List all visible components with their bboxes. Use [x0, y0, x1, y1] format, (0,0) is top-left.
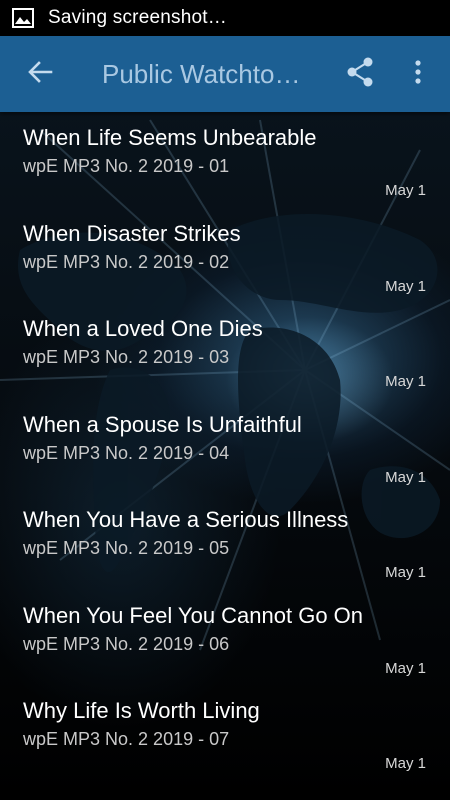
item-subtitle: wpE MP3 No. 2 2019 - 04 [23, 442, 230, 463]
item-date: May 1 [385, 564, 426, 581]
share-icon [346, 57, 374, 92]
status-text: Saving screenshot… [48, 7, 227, 28]
item-title: When a Loved One Dies [23, 316, 263, 341]
item-title: Why Life Is Worth Living [23, 698, 260, 723]
item-date: May 1 [385, 277, 426, 295]
list-item[interactable]: When Life Seems Unbearable wpE MP3 No. 2… [0, 114, 450, 210]
item-subtitle: wpE MP3 No. 2 2019 - 06 [23, 633, 230, 654]
list-item[interactable]: When You Have a Serious Illness wpE MP3 … [0, 496, 450, 592]
item-date: May 1 [385, 373, 426, 390]
item-date: May 1 [385, 468, 426, 486]
overflow-menu-button[interactable] [402, 56, 434, 92]
item-date: May 1 [385, 755, 426, 772]
item-subtitle: wpE MP3 No. 2 2019 - 03 [23, 347, 230, 367]
image-icon [12, 8, 34, 28]
list-item[interactable]: Why Life Is Worth Living wpE MP3 No. 2 2… [0, 687, 450, 783]
item-title: When a Spouse Is Unfaithful [23, 411, 302, 437]
list-item[interactable]: When Disaster Strikes wpE MP3 No. 2 2019… [0, 210, 450, 306]
list-item[interactable]: When You Feel You Cannot Go On wpE MP3 N… [0, 592, 450, 688]
app-bar: Public Watchto… [0, 36, 450, 112]
item-title: When Life Seems Unbearable [23, 125, 317, 150]
share-button[interactable] [342, 56, 378, 92]
item-title: When Disaster Strikes [23, 220, 241, 246]
item-title: When You Have a Serious Illness [23, 507, 349, 532]
item-subtitle: wpE MP3 No. 2 2019 - 07 [23, 729, 230, 749]
more-vertical-icon [414, 59, 422, 90]
item-subtitle: wpE MP3 No. 2 2019 - 05 [23, 538, 230, 558]
back-button[interactable] [20, 54, 60, 94]
item-subtitle: wpE MP3 No. 2 2019 - 02 [23, 251, 230, 272]
item-date: May 1 [385, 659, 426, 677]
arrow-left-icon [27, 60, 53, 89]
publication-list: When Life Seems Unbearable wpE MP3 No. 2… [0, 114, 450, 783]
item-title: When You Feel You Cannot Go On [23, 602, 364, 628]
list-item[interactable]: When a Spouse Is Unfaithful wpE MP3 No. … [0, 401, 450, 497]
status-bar: Saving screenshot… [0, 0, 450, 36]
list-item[interactable]: When a Loved One Dies wpE MP3 No. 2 2019… [0, 305, 450, 401]
item-subtitle: wpE MP3 No. 2 2019 - 01 [23, 156, 230, 176]
item-date: May 1 [385, 182, 426, 199]
page-title: Public Watchto… [102, 58, 301, 89]
